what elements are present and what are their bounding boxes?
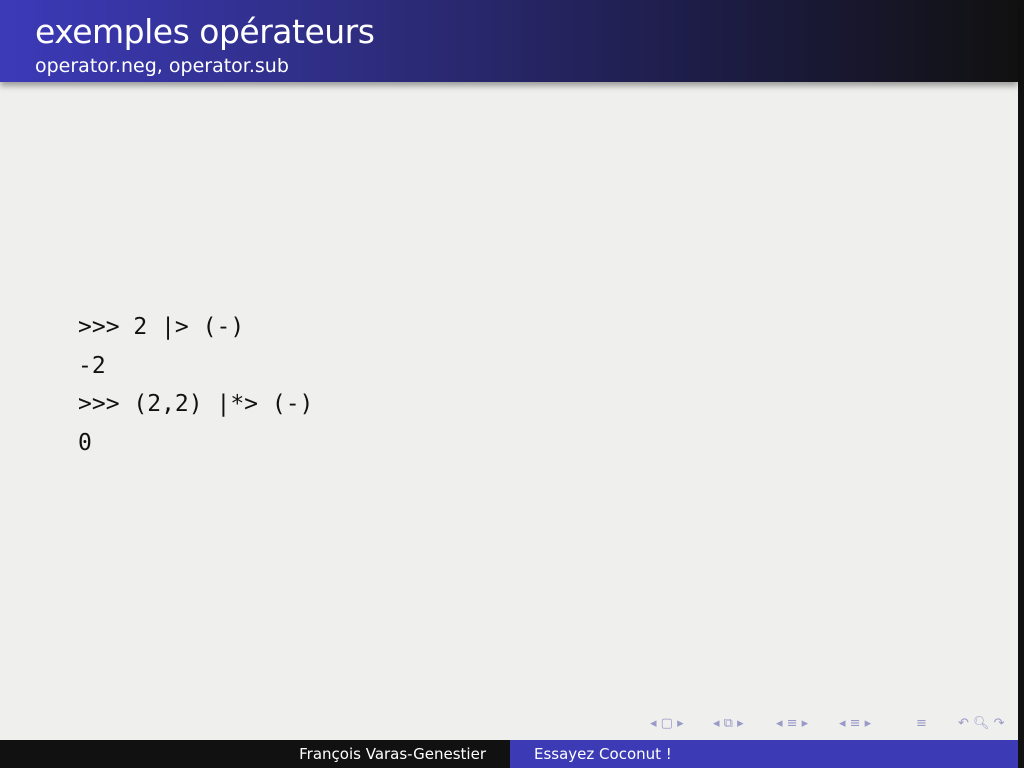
- nav-subsection-icon[interactable]: ◂ ⧉ ▸: [713, 716, 744, 731]
- nav-document-icon[interactable]: ◂ ≡ ▸: [839, 716, 871, 731]
- footer-author: François Varas-Genestier: [0, 740, 510, 768]
- frame-title: exemples opérateurs: [35, 12, 375, 51]
- footer-title: Essayez Coconut !: [510, 740, 1018, 768]
- footer: François Varas-Genestier Essayez Coconut…: [0, 740, 1018, 768]
- nav-search-icon[interactable]: ↶ 🔍︎ ↷: [958, 716, 1005, 731]
- code-block: >>> 2 |> (-) -2 >>> (2,2) |*> (-) 0: [78, 308, 313, 462]
- nav-toc-icon[interactable]: ≡: [916, 716, 927, 731]
- nav-section-icon[interactable]: ◂ ≡ ▸: [776, 716, 808, 731]
- code-line: 0: [78, 429, 92, 456]
- code-line: -2: [78, 352, 106, 379]
- code-line: >>> (2,2) |*> (-): [78, 391, 314, 417]
- nav-frame-icon[interactable]: ◂ ▢ ▸: [650, 716, 684, 731]
- frame-subtitle: operator.neg, operator.sub: [35, 55, 289, 77]
- slide: exemples opérateurs operator.neg, operat…: [0, 0, 1018, 768]
- code-line: >>> 2 |> (-): [78, 314, 245, 340]
- frame-header: exemples opérateurs operator.neg, operat…: [0, 0, 1018, 82]
